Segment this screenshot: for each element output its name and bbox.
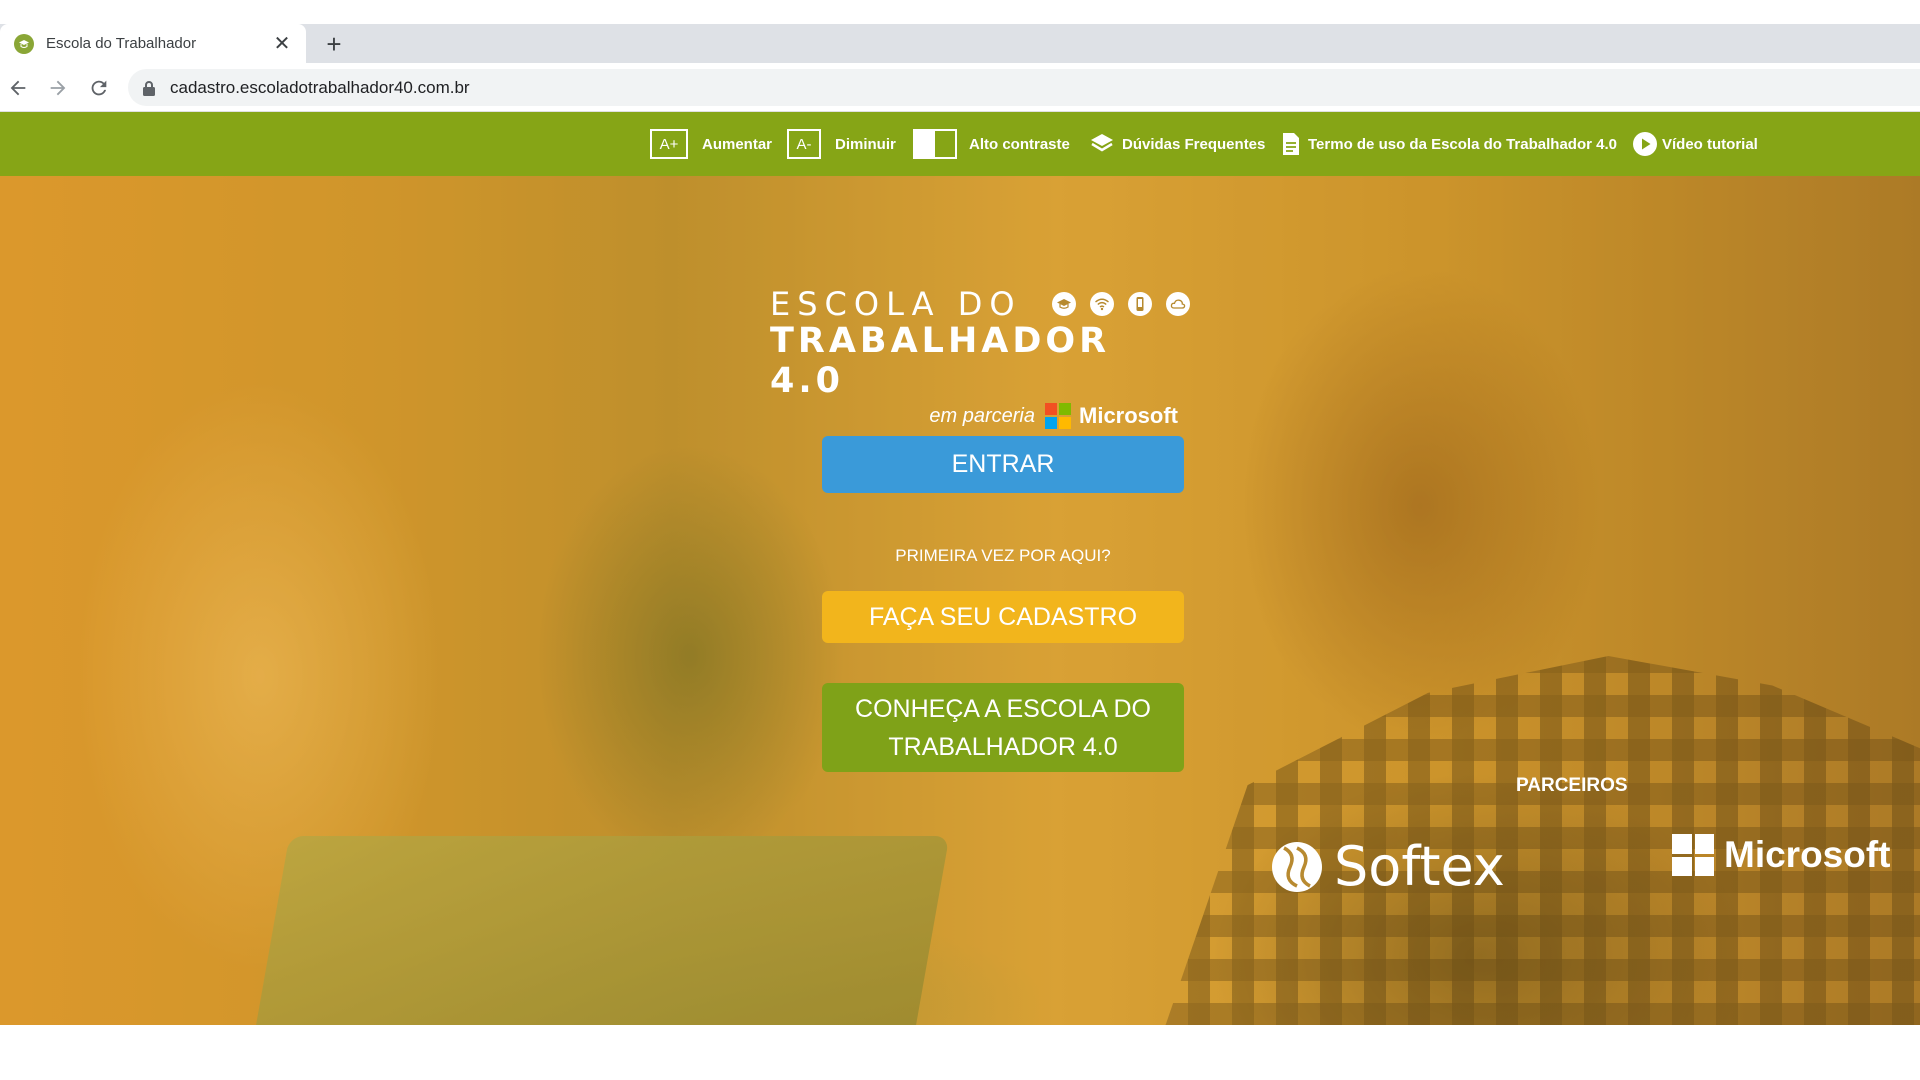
logo-line-2: TRABALHADOR 4.0 bbox=[770, 321, 1111, 401]
back-icon[interactable] bbox=[2, 72, 34, 104]
terms-of-use-link[interactable]: Termo de uso da Escola do Trabalhador 4.… bbox=[1282, 112, 1617, 176]
video-tutorial-label: Vídeo tutorial bbox=[1662, 135, 1758, 153]
lock-icon bbox=[143, 80, 155, 96]
accessibility-bar: A+ Aumentar A- Diminuir Alto contraste D… bbox=[0, 112, 1920, 176]
school-logo: ESCOLA DO TRABALHADOR 4.0 em parceria Mi… bbox=[770, 285, 1190, 429]
softex-name: Softex bbox=[1334, 835, 1505, 898]
terms-of-use-label: Termo de uso da Escola do Trabalhador 4.… bbox=[1308, 135, 1617, 153]
high-contrast-button[interactable]: Alto contraste bbox=[913, 112, 1070, 176]
url-text: cadastro.escoladotrabalhador40.com.br bbox=[170, 77, 470, 97]
learn-more-line-2: TRABALHADOR 4.0 bbox=[888, 733, 1118, 761]
increase-font-icon: A+ bbox=[650, 129, 688, 159]
contrast-toggle-icon bbox=[913, 129, 957, 159]
browser-tab[interactable]: Escola do Trabalhador ✕ bbox=[0, 24, 306, 63]
faq-label: Dúvidas Frequentes bbox=[1122, 135, 1266, 153]
microsoft-windows-icon bbox=[1672, 834, 1714, 876]
new-tab-button[interactable]: + bbox=[318, 28, 350, 60]
graduation-cap-icon bbox=[1051, 292, 1076, 316]
play-circle-icon bbox=[1632, 131, 1658, 157]
video-tutorial-link[interactable]: Vídeo tutorial bbox=[1632, 112, 1758, 176]
document-icon bbox=[1282, 132, 1300, 156]
phone-icon bbox=[1127, 292, 1152, 316]
first-time-text: PRIMEIRA VEZ POR AQUI? bbox=[895, 546, 1111, 565]
decrease-font-label: Diminuir bbox=[835, 135, 896, 153]
increase-font-button[interactable]: A+ Aumentar bbox=[650, 112, 772, 176]
signup-button[interactable]: FAÇA SEU CADASTRO bbox=[822, 591, 1184, 643]
high-contrast-label: Alto contraste bbox=[969, 135, 1070, 153]
microsoft-partner-logo: Microsoft bbox=[1672, 834, 1891, 876]
decrease-font-button[interactable]: A- Diminuir bbox=[787, 112, 896, 176]
microsoft-name: Microsoft bbox=[1724, 834, 1891, 875]
reload-icon[interactable] bbox=[83, 72, 115, 104]
faq-link[interactable]: Dúvidas Frequentes bbox=[1090, 112, 1265, 176]
login-button[interactable]: ENTRAR bbox=[822, 436, 1184, 493]
address-bar[interactable]: cadastro.escoladotrabalhador40.com.br bbox=[128, 69, 1920, 106]
microsoft-logo-icon bbox=[1045, 403, 1071, 429]
browser-tabstrip: Escola do Trabalhador ✕ + bbox=[0, 0, 1920, 63]
tab-close-icon[interactable]: ✕ bbox=[270, 31, 294, 56]
logo-partner-text: em parceria bbox=[929, 404, 1035, 427]
increase-font-label: Aumentar bbox=[702, 135, 773, 153]
softex-logo: Softex bbox=[1270, 835, 1505, 898]
cloud-icon bbox=[1165, 292, 1190, 316]
forward-icon[interactable] bbox=[42, 72, 74, 104]
partners-heading: PARCEIROS bbox=[1516, 775, 1628, 796]
learn-more-line-1: CONHEÇA A ESCOLA DO bbox=[855, 695, 1151, 723]
tab-title: Escola do Trabalhador bbox=[46, 35, 197, 52]
browser-toolbar: cadastro.escoladotrabalhador40.com.br bbox=[0, 63, 1920, 112]
learn-more-button[interactable]: CONHEÇA A ESCOLA DO TRABALHADOR 4.0 bbox=[822, 683, 1184, 772]
logo-line-1: ESCOLA DO bbox=[770, 285, 1022, 323]
softex-mark-icon bbox=[1272, 841, 1322, 892]
decrease-font-icon: A- bbox=[787, 129, 821, 159]
layers-icon bbox=[1090, 133, 1114, 155]
wifi-icon bbox=[1089, 292, 1114, 316]
favicon-icon bbox=[14, 33, 34, 54]
logo-partner-name: Microsoft bbox=[1079, 403, 1178, 428]
